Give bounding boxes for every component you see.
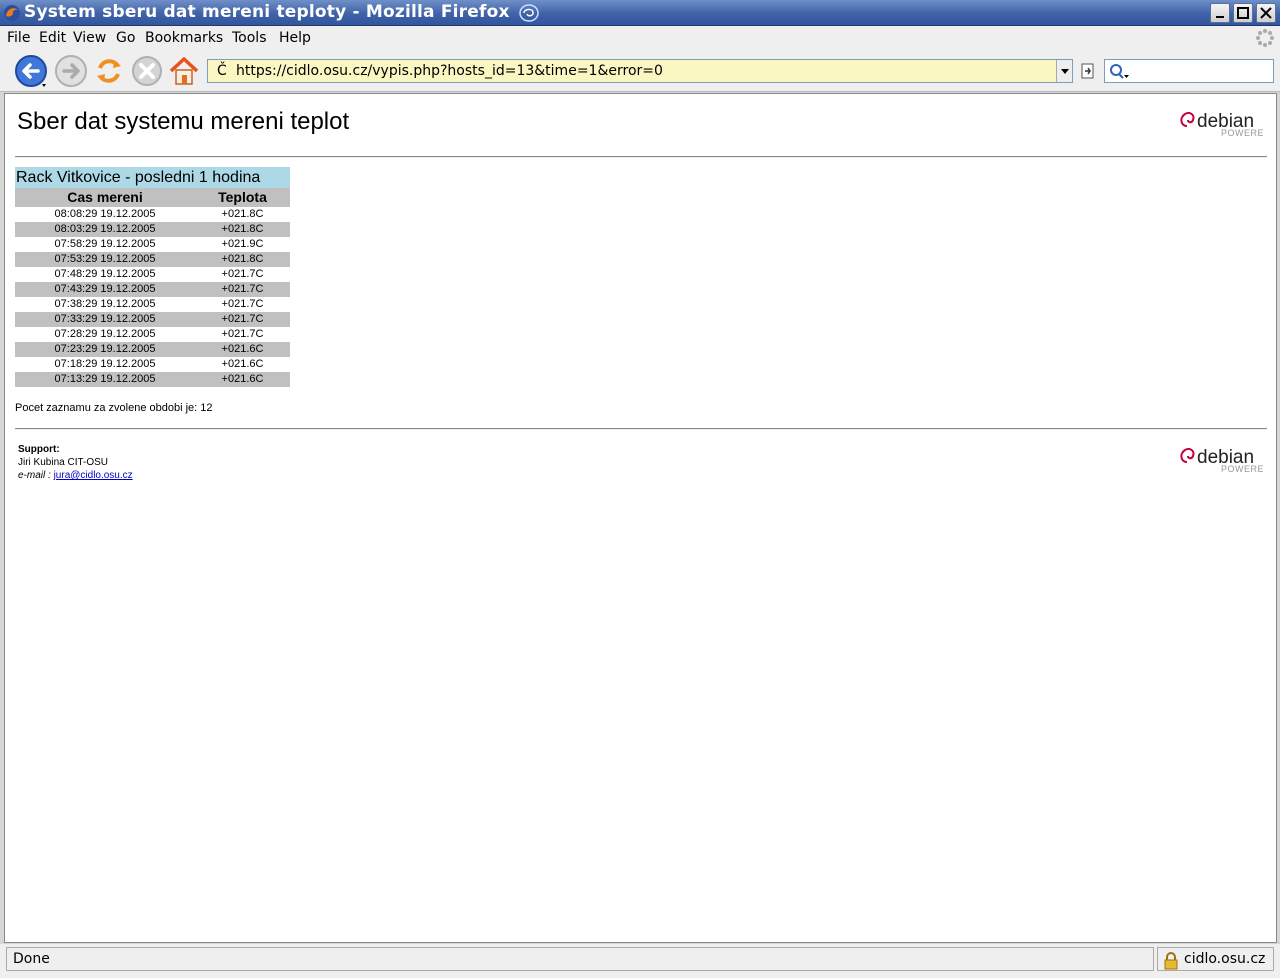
back-icon[interactable] xyxy=(14,54,48,88)
table-row: 07:23:29 19.12.2005 +021.6C xyxy=(15,342,290,357)
row-time: 08:08:29 19.12.2005 xyxy=(54,208,156,220)
row-time: 07:48:29 19.12.2005 xyxy=(54,268,156,280)
table-row: 08:03:29 19.12.2005 +021.8C xyxy=(15,222,290,237)
search-engine-icon[interactable] xyxy=(1108,63,1130,81)
table-title: Rack Vitkovice - posledni 1 hodina xyxy=(15,167,290,188)
row-temperature: +021.7C xyxy=(221,298,264,310)
table-row: 07:38:29 19.12.2005 +021.7C xyxy=(15,297,290,312)
debian-swirl-icon xyxy=(519,4,539,22)
row-temperature: +021.9C xyxy=(221,238,264,250)
table-row: 07:33:29 19.12.2005 +021.7C xyxy=(15,312,290,327)
menu-go[interactable]: Go xyxy=(116,30,135,46)
menu-view[interactable]: View xyxy=(73,30,106,46)
table-row: 07:58:29 19.12.2005 +021.9C xyxy=(15,237,290,252)
table-row: 08:08:29 19.12.2005 +021.8C xyxy=(15,207,290,222)
menu-bar: File Edit View Go Bookmarks Tools Help xyxy=(0,26,1280,50)
debian-logo-sub: POWERED xyxy=(1221,128,1263,138)
temperature-table: Rack Vitkovice - posledni 1 hodina Cas m… xyxy=(15,167,290,387)
support-label: Support: xyxy=(18,444,60,455)
table-row: 07:53:29 19.12.2005 +021.8C xyxy=(15,252,290,267)
row-time: 08:03:29 19.12.2005 xyxy=(54,223,156,235)
forward-icon[interactable] xyxy=(54,54,88,88)
table-row: 07:18:29 19.12.2005 +021.6C xyxy=(15,357,290,372)
throbber-icon xyxy=(1256,29,1274,47)
row-time: 07:58:29 19.12.2005 xyxy=(54,238,156,250)
window-titlebar: System sberu dat mereni teploty - Mozill… xyxy=(0,0,1280,26)
menu-bookmarks[interactable]: Bookmarks xyxy=(145,30,223,46)
security-indicator[interactable]: cidlo.osu.cz xyxy=(1157,947,1274,971)
row-time: 07:33:29 19.12.2005 xyxy=(54,313,156,325)
page-title: Sber dat systemu mereni teplot xyxy=(17,108,350,135)
support-name: Jiri Kubina CIT-OSU xyxy=(18,457,109,468)
close-icon xyxy=(1260,7,1272,19)
row-time: 07:53:29 19.12.2005 xyxy=(54,253,156,265)
row-temperature: +021.7C xyxy=(221,328,264,340)
close-button[interactable] xyxy=(1256,3,1276,23)
row-temperature: +021.6C xyxy=(221,343,264,355)
chevron-down-icon xyxy=(1061,69,1069,74)
support-block: Support: Jiri Kubina CIT-OSU e-mail : ju… xyxy=(18,443,133,482)
row-temperature: +021.8C xyxy=(221,253,264,265)
row-temperature: +021.7C xyxy=(221,313,264,325)
row-temperature: +021.8C xyxy=(221,223,264,235)
row-temperature: +021.6C xyxy=(221,373,264,385)
url-text[interactable]: https://cidlo.osu.cz/vypis.php?hosts_id=… xyxy=(236,63,663,79)
row-time: 07:23:29 19.12.2005 xyxy=(54,343,156,355)
firefox-icon xyxy=(4,5,20,21)
search-input[interactable] xyxy=(1104,59,1274,83)
menu-edit[interactable]: Edit xyxy=(39,30,66,46)
table-row: 07:28:29 19.12.2005 +021.7C xyxy=(15,327,290,342)
go-icon[interactable] xyxy=(1079,61,1097,81)
home-icon[interactable] xyxy=(167,54,201,88)
table-row: 07:13:29 19.12.2005 +021.6C xyxy=(15,372,290,387)
minimize-button[interactable] xyxy=(1210,3,1230,23)
url-dropdown-button[interactable] xyxy=(1056,60,1072,82)
row-time: 07:13:29 19.12.2005 xyxy=(54,373,156,385)
divider-bottom xyxy=(15,428,1267,430)
row-temperature: +021.7C xyxy=(221,268,264,280)
debian-logo-footer-icon: debian POWERED xyxy=(1180,447,1263,474)
status-text: Done xyxy=(6,947,1154,971)
maximize-button[interactable] xyxy=(1233,3,1253,23)
table-header: Cas mereni Teplota xyxy=(15,188,290,207)
row-time: 07:18:29 19.12.2005 xyxy=(54,358,156,370)
row-time: 07:43:29 19.12.2005 xyxy=(54,283,156,295)
debian-footer-sub: POWERED xyxy=(1221,464,1263,474)
stop-icon[interactable] xyxy=(130,54,164,88)
row-time: 07:38:29 19.12.2005 xyxy=(54,298,156,310)
row-temperature: +021.6C xyxy=(221,358,264,370)
table-row: 07:48:29 19.12.2005 +021.7C xyxy=(15,267,290,282)
window-title: System sberu dat mereni teploty - Mozill… xyxy=(24,2,510,22)
row-temperature: +021.7C xyxy=(221,283,264,295)
column-header-temperature: Teplota xyxy=(218,189,267,205)
email-link[interactable]: jura@cidlo.osu.cz xyxy=(54,470,133,481)
menu-tools[interactable]: Tools xyxy=(232,30,267,46)
debian-logo-icon: debian POWERED xyxy=(1180,111,1263,138)
lock-icon[interactable] xyxy=(1162,952,1180,970)
minimize-icon xyxy=(1216,16,1224,18)
divider-top xyxy=(15,156,1267,158)
menu-file[interactable]: File xyxy=(7,30,30,46)
column-header-time: Cas mereni xyxy=(67,189,143,205)
row-temperature: +021.8C xyxy=(221,208,264,220)
status-bar: Done cidlo.osu.cz xyxy=(0,944,1280,978)
status-host: cidlo.osu.cz xyxy=(1184,951,1266,967)
record-count-text: Pocet zaznamu za zvolene obdobi je: 12 xyxy=(15,402,213,414)
page-content: Sber dat systemu mereni teplot debian PO… xyxy=(4,93,1277,943)
url-bar[interactable]: Č https://cidlo.osu.cz/vypis.php?hosts_i… xyxy=(207,59,1073,83)
menu-help[interactable]: Help xyxy=(279,30,311,46)
url-prefix: Č xyxy=(217,63,227,79)
email-label: e-mail : xyxy=(18,470,51,481)
maximize-icon xyxy=(1237,7,1249,19)
row-time: 07:28:29 19.12.2005 xyxy=(54,328,156,340)
reload-icon[interactable] xyxy=(92,54,126,88)
table-row: 07:43:29 19.12.2005 +021.7C xyxy=(15,282,290,297)
